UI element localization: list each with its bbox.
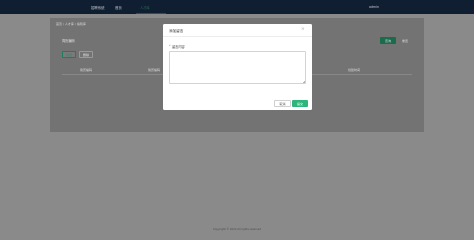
table-header-col3: 创建时间 bbox=[348, 68, 361, 72]
message-content-textarea[interactable] bbox=[169, 51, 306, 84]
close-icon[interactable]: × bbox=[301, 27, 305, 32]
delete-button[interactable]: 删除 bbox=[79, 51, 93, 58]
nav-item-home[interactable]: 首页 bbox=[115, 5, 122, 10]
table-header-col2: 简历编码 bbox=[148, 68, 161, 72]
footer-copyright: Copyright © 2024 All rights reserved bbox=[212, 228, 262, 231]
app-brand[interactable]: 招聘系统 bbox=[91, 5, 105, 10]
add-message-dialog: 添加留言 × * 留言内容 取消 提交 bbox=[163, 24, 312, 110]
message-content-label: 留言内容 bbox=[172, 45, 185, 49]
submit-button[interactable]: 提交 bbox=[292, 100, 308, 107]
user-menu[interactable]: admin bbox=[369, 5, 379, 9]
breadcrumb: 首页 / 人才库 / 编辑库 bbox=[56, 22, 86, 26]
cancel-button[interactable]: 取消 bbox=[274, 100, 291, 107]
filter-label: 简历编码 bbox=[62, 39, 75, 43]
required-mark: * bbox=[169, 44, 171, 48]
query-button[interactable]: 查询 bbox=[380, 37, 396, 44]
top-navbar: 招聘系统 首页 人才库 admin bbox=[0, 0, 474, 14]
dialog-title: 添加留言 bbox=[169, 29, 184, 33]
nav-item-active-label: 人才库 bbox=[140, 6, 150, 10]
nav-item-active[interactable]: 人才库 bbox=[136, 0, 166, 14]
table-header-col1: 简历编码 bbox=[80, 68, 93, 72]
reset-button[interactable]: 重置 bbox=[398, 37, 412, 44]
add-button[interactable]: 新增 bbox=[62, 51, 76, 58]
dialog-header: 添加留言 × bbox=[163, 24, 312, 37]
